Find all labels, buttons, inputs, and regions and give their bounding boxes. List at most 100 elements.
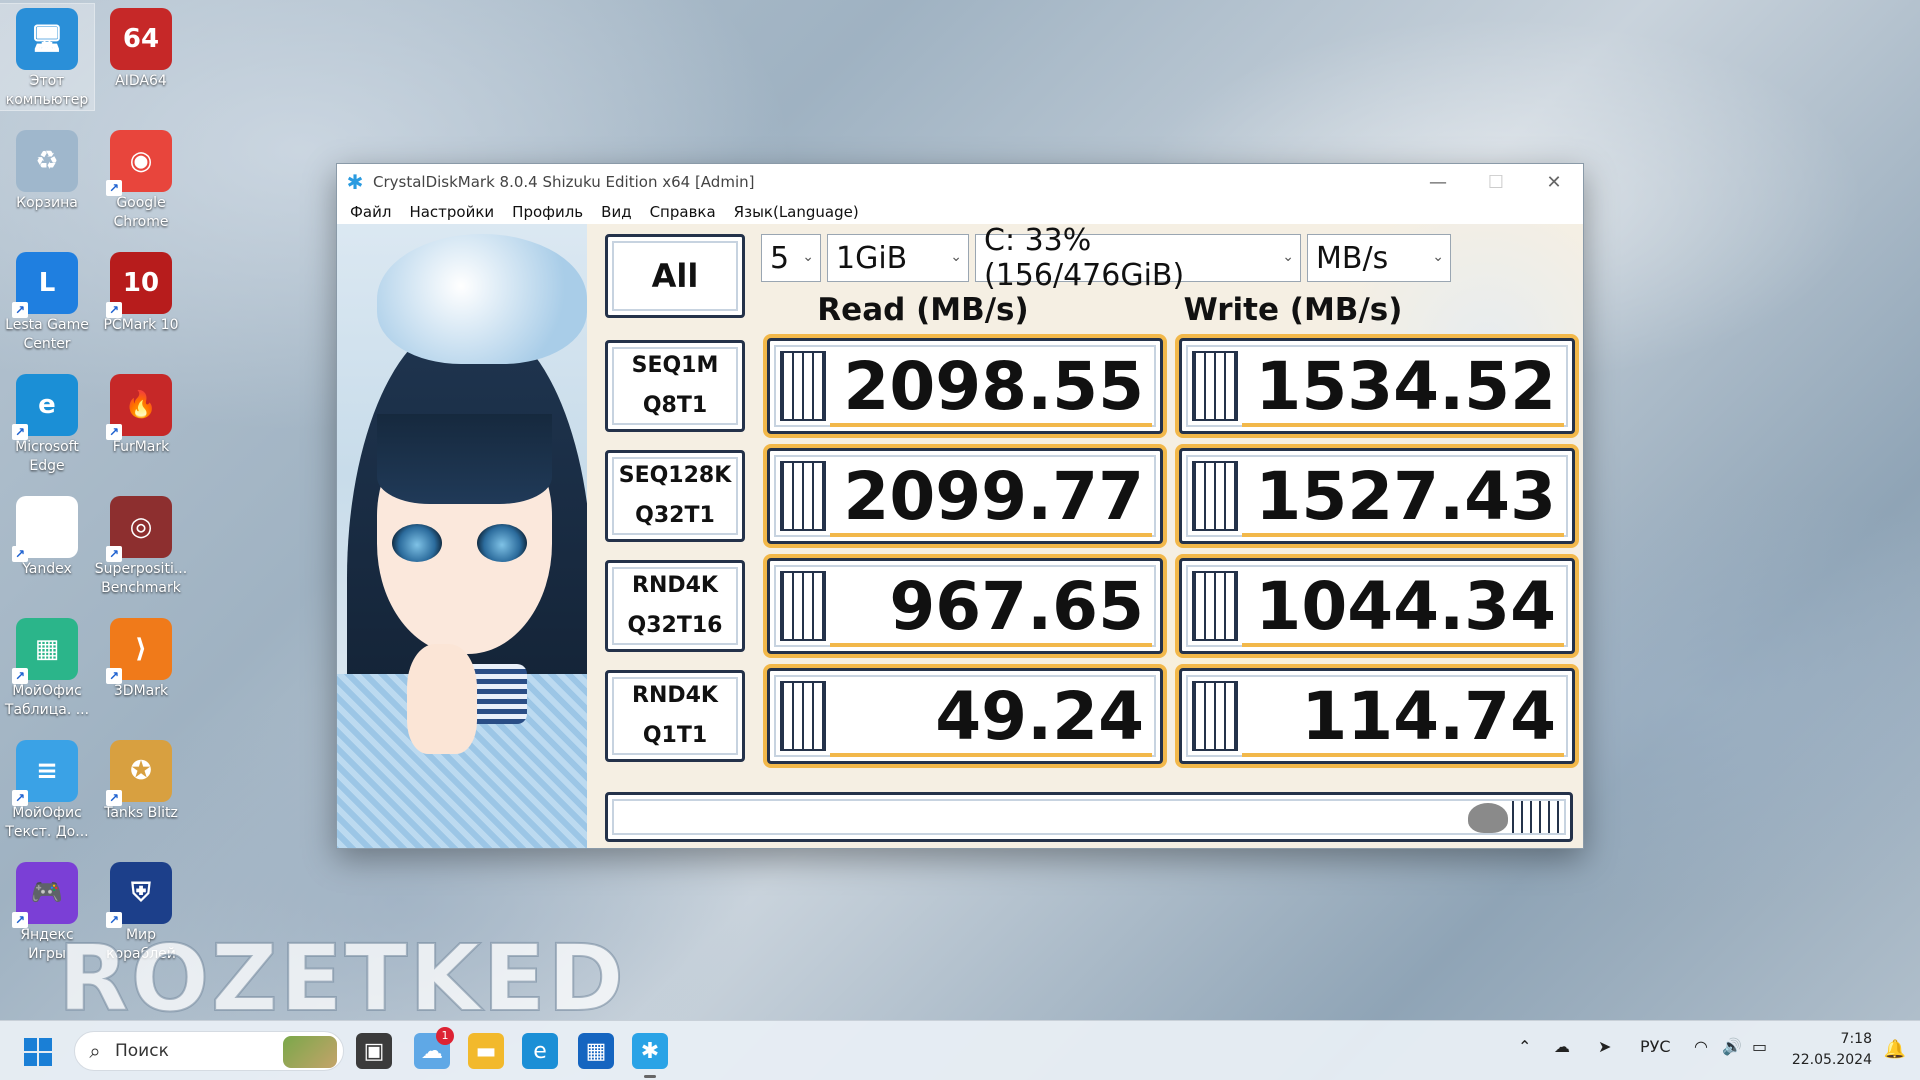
read-result-cell: 49.24 — [767, 668, 1163, 764]
app-icon: ◉ ↗ — [106, 130, 172, 196]
meter-underline — [830, 753, 1152, 757]
app-icon: ⟩ ↗ — [106, 618, 172, 684]
language-indicator[interactable]: РУС — [1640, 1037, 1671, 1056]
maximize-button[interactable]: ☐ — [1467, 164, 1525, 200]
file-explorer-icon[interactable]: ▬ — [468, 1033, 504, 1069]
desktop-icon-label: Microsoft Edge — [15, 439, 79, 474]
menu-profile[interactable]: Профиль — [503, 203, 592, 221]
desktop-icon-label: МойОфис Таблица. ... — [4, 683, 90, 718]
test-label-line2: Q32T16 — [627, 613, 723, 638]
menu-view[interactable]: Вид — [592, 203, 640, 221]
taskbar-search[interactable]: ⌕ Поиск — [74, 1031, 344, 1071]
battery-icon[interactable]: ▭ — [1752, 1037, 1767, 1056]
taskbar: ⌕ Поиск ▣ ☁ 1 ▬ e ▦ ✱ ⌃ ☁ ➤ РУС ◠ 🔊 ▭ 7:1… — [0, 1020, 1920, 1080]
desktop-icon[interactable]: e ↗ Microsoft Edge — [0, 370, 94, 476]
test-seq128k-button[interactable]: SEQ128K Q32T1 — [605, 450, 745, 542]
edge-icon[interactable]: e — [522, 1033, 558, 1069]
test-label-line1: SEQ1M — [631, 353, 719, 378]
test-rnd4k-button[interactable]: RND4K Q32T16 — [605, 560, 745, 652]
volume-icon[interactable]: 🔊 — [1722, 1037, 1742, 1056]
run-all-button[interactable]: All — [605, 234, 745, 318]
write-result-cell: 1044.34 — [1179, 558, 1575, 654]
weather-badge: 1 — [436, 1027, 454, 1045]
menu-language[interactable]: Язык(Language) — [725, 203, 868, 221]
desktop-icon[interactable]: Y ↗ Yandex — [0, 492, 94, 579]
desktop-icon[interactable]: ◎ ↗ Superpositi... Benchmark — [94, 492, 188, 598]
meter-underline — [830, 533, 1152, 537]
meter-grid — [780, 571, 826, 641]
app-icon: L ↗ — [12, 252, 78, 318]
test-size-select[interactable]: 1GiB ⌄ — [827, 234, 969, 282]
unit-select[interactable]: MB/s ⌄ — [1307, 234, 1451, 282]
desktop-icon[interactable]: 10 ↗ PCMark 10 — [94, 248, 188, 335]
desktop-icon[interactable]: ✪ ↗ Tanks Blitz — [94, 736, 188, 823]
read-result-cell: 2099.77 — [767, 448, 1163, 544]
notification-bell-icon[interactable]: 🔔 — [1884, 1039, 1906, 1060]
meter-underline — [1242, 753, 1564, 757]
chevron-up-icon[interactable]: ⌃ — [1518, 1037, 1531, 1056]
app-icon: ≡ ↗ — [12, 740, 78, 806]
menu-file[interactable]: Файл — [341, 203, 400, 221]
test-label-line1: RND4K — [632, 683, 718, 708]
crystaldiskmark-taskbar-icon[interactable]: ✱ — [632, 1033, 668, 1078]
title-bar[interactable]: ✱ CrystalDiskMark 8.0.4 Shizuku Edition … — [337, 164, 1583, 200]
shortcut-arrow-icon: ↗ — [106, 180, 122, 196]
shortcut-arrow-icon: ↗ — [12, 790, 28, 806]
app-icon: ♻ — [16, 130, 78, 192]
chevron-down-icon: ⌄ — [950, 249, 962, 265]
search-highlight-image — [283, 1036, 337, 1068]
desktop-icon-label: AIDA64 — [115, 73, 167, 89]
meter-grid — [1192, 461, 1238, 531]
test-count-select[interactable]: 5 ⌄ — [761, 234, 821, 282]
test-size-value: 1GiB — [836, 240, 908, 276]
app-icon: ✪ ↗ — [106, 740, 172, 806]
desktop-icon-label: Lesta Game Center — [5, 317, 89, 352]
test-rnd4k-button[interactable]: RND4K Q1T1 — [605, 670, 745, 762]
store-icon[interactable]: ▦ — [578, 1033, 614, 1069]
location-icon[interactable]: ➤ — [1598, 1037, 1611, 1056]
desktop-icon[interactable]: ⟩ ↗ 3DMark — [94, 614, 188, 701]
desktop-icon[interactable]: 🔥 ↗ FurMark — [94, 370, 188, 457]
menu-settings[interactable]: Настройки — [400, 203, 503, 221]
clock[interactable]: 7:18 22.05.2024 — [1792, 1029, 1872, 1071]
read-value: 967.65 — [889, 568, 1144, 645]
read-value: 49.24 — [935, 678, 1144, 755]
app-icon: 10 ↗ — [106, 252, 172, 318]
weather-icon[interactable]: ☁ 1 — [414, 1027, 454, 1069]
shortcut-arrow-icon: ↗ — [106, 546, 122, 562]
start-button[interactable] — [24, 1038, 52, 1066]
app-icon: ◎ ↗ — [106, 496, 172, 562]
desktop-icon[interactable]: ▦ ↗ МойОфис Таблица. ... — [0, 614, 94, 720]
wifi-icon[interactable]: ◠ — [1694, 1037, 1708, 1056]
desktop-icon-label: Superpositi... Benchmark — [94, 561, 188, 596]
meter-underline — [1242, 423, 1564, 427]
clock-date: 22.05.2024 — [1791, 1052, 1872, 1068]
desktop-icon[interactable]: 64 AIDA64 — [94, 4, 188, 91]
desktop-icon[interactable]: L ↗ Lesta Game Center — [0, 248, 94, 354]
desktop-icon[interactable]: ◉ ↗ Google Chrome — [94, 126, 188, 232]
close-button[interactable]: ✕ — [1525, 164, 1583, 200]
progress-grid — [1512, 801, 1564, 833]
desktop-icon-label: Google Chrome — [113, 195, 169, 230]
read-value: 2099.77 — [843, 458, 1144, 535]
read-result-cell: 967.65 — [767, 558, 1163, 654]
read-value: 2098.55 — [843, 348, 1144, 425]
menu-help[interactable]: Справка — [641, 203, 725, 221]
write-result-cell: 1527.43 — [1179, 448, 1575, 544]
test-seq1m-button[interactable]: SEQ1M Q8T1 — [605, 340, 745, 432]
mascot-icon — [1468, 803, 1508, 833]
drive-select[interactable]: C: 33% (156/476GiB) ⌄ — [975, 224, 1301, 293]
meter-underline — [1242, 643, 1564, 647]
desktop-icon[interactable]: ≡ ↗ МойОфис Текст. До... — [0, 736, 94, 842]
desktop-icon[interactable]: ♻ Корзина — [0, 126, 94, 213]
test-label-line2: Q1T1 — [642, 723, 708, 748]
task-view-icon[interactable]: ▣ — [356, 1033, 392, 1069]
test-label-line1: SEQ128K — [618, 463, 732, 488]
clock-time: 7:18 — [1840, 1031, 1872, 1047]
benchmark-panel: All 5 ⌄ 1GiB ⌄ C: 33% (156/476GiB) ⌄ MB/… — [337, 224, 1583, 848]
minimize-button[interactable]: — — [1409, 164, 1467, 200]
write-result-cell: 1534.52 — [1179, 338, 1575, 434]
onedrive-icon[interactable]: ☁ — [1554, 1037, 1570, 1056]
desktop-icon[interactable]: 🖥 Этот компьютер — [0, 3, 95, 111]
desktop-icon-label: МойОфис Текст. До... — [5, 805, 89, 840]
